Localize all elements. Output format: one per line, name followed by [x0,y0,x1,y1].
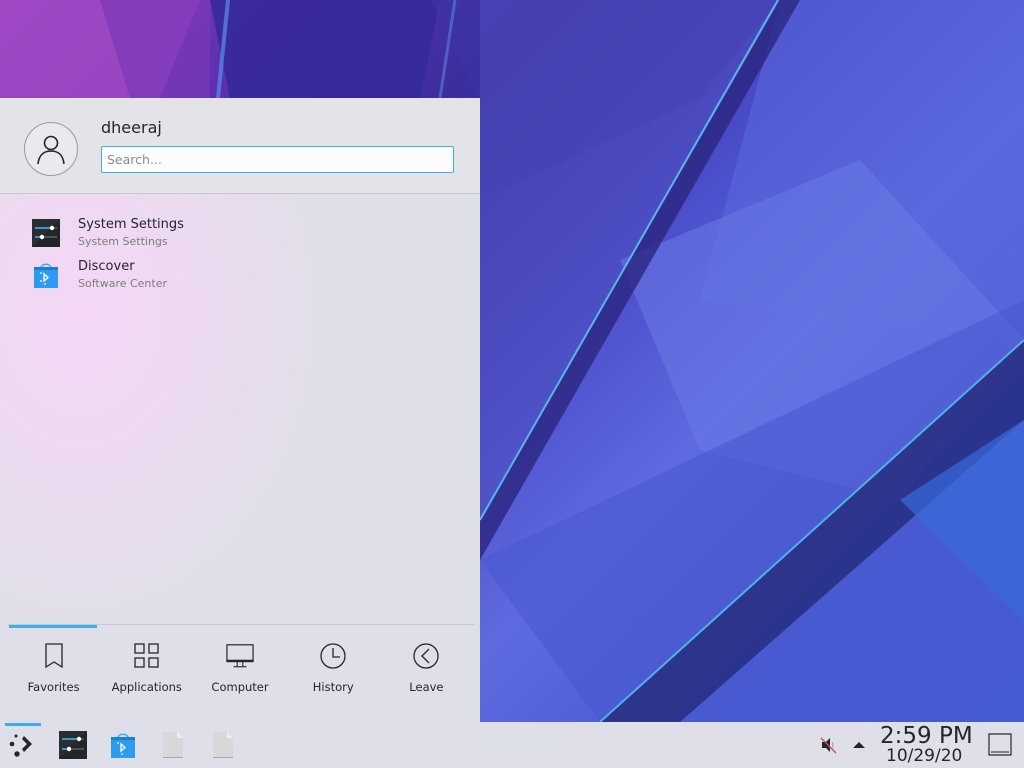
launcher-tabs: Favorites Applications Computer History … [7,628,473,698]
taskbar [0,722,1024,768]
volume-muted-icon [820,737,837,754]
launcher-header: dheeraj [0,98,480,194]
user-avatar[interactable] [24,122,78,176]
taskbar-file-1[interactable] [158,730,188,760]
clock-date[interactable]: 10/29/20 [886,746,962,766]
favorite-title: Discover [78,259,135,274]
launcher-active-indicator [5,723,41,726]
bookmark-icon [40,642,68,670]
favorite-item-system-settings[interactable]: System Settings System Settings [0,212,480,254]
tab-label: Leave [409,680,444,694]
system-settings-icon [59,731,87,759]
user-icon [37,135,65,165]
tab-applications[interactable]: Applications [100,628,193,698]
tab-label: History [312,680,354,694]
tab-label: Applications [111,680,182,694]
grid-icon [133,642,161,670]
taskbar-file-2[interactable] [208,730,238,760]
show-desktop-button[interactable] [986,731,1014,759]
username: dheeraj [101,118,162,137]
monitor-icon [226,642,254,670]
tab-history[interactable]: History [287,628,380,698]
favorite-subtitle: Software Center [78,277,168,290]
kde-launcher-icon [9,734,32,757]
tab-favorites[interactable]: Favorites [7,628,100,698]
tab-computer[interactable]: Computer [193,628,286,698]
show-desktop-icon [988,733,1012,756]
discover-icon [32,261,60,289]
file-icon [163,732,183,758]
system-tray-expand-button[interactable] [847,730,871,760]
tab-label: Computer [211,680,269,694]
volume-button[interactable] [817,730,841,760]
leave-icon [412,642,440,670]
taskbar-system-settings[interactable] [58,730,88,760]
favorite-title: System Settings [78,217,184,232]
system-settings-icon [32,219,60,247]
application-launcher-button[interactable] [7,730,37,760]
file-icon [213,732,233,758]
application-launcher-menu: dheeraj System Settings System Settings [0,98,480,722]
taskbar-discover[interactable] [108,730,138,760]
discover-icon [111,733,135,758]
favorites-list: System Settings System Settings Discover… [0,212,480,296]
arrow-up-icon [853,742,865,748]
search-input[interactable] [101,146,454,173]
tab-leave[interactable]: Leave [380,628,473,698]
favorite-subtitle: System Settings [78,235,168,248]
favorite-item-discover[interactable]: Discover Software Center [0,254,480,296]
clock-icon [319,642,347,670]
tab-label: Favorites [27,680,80,694]
